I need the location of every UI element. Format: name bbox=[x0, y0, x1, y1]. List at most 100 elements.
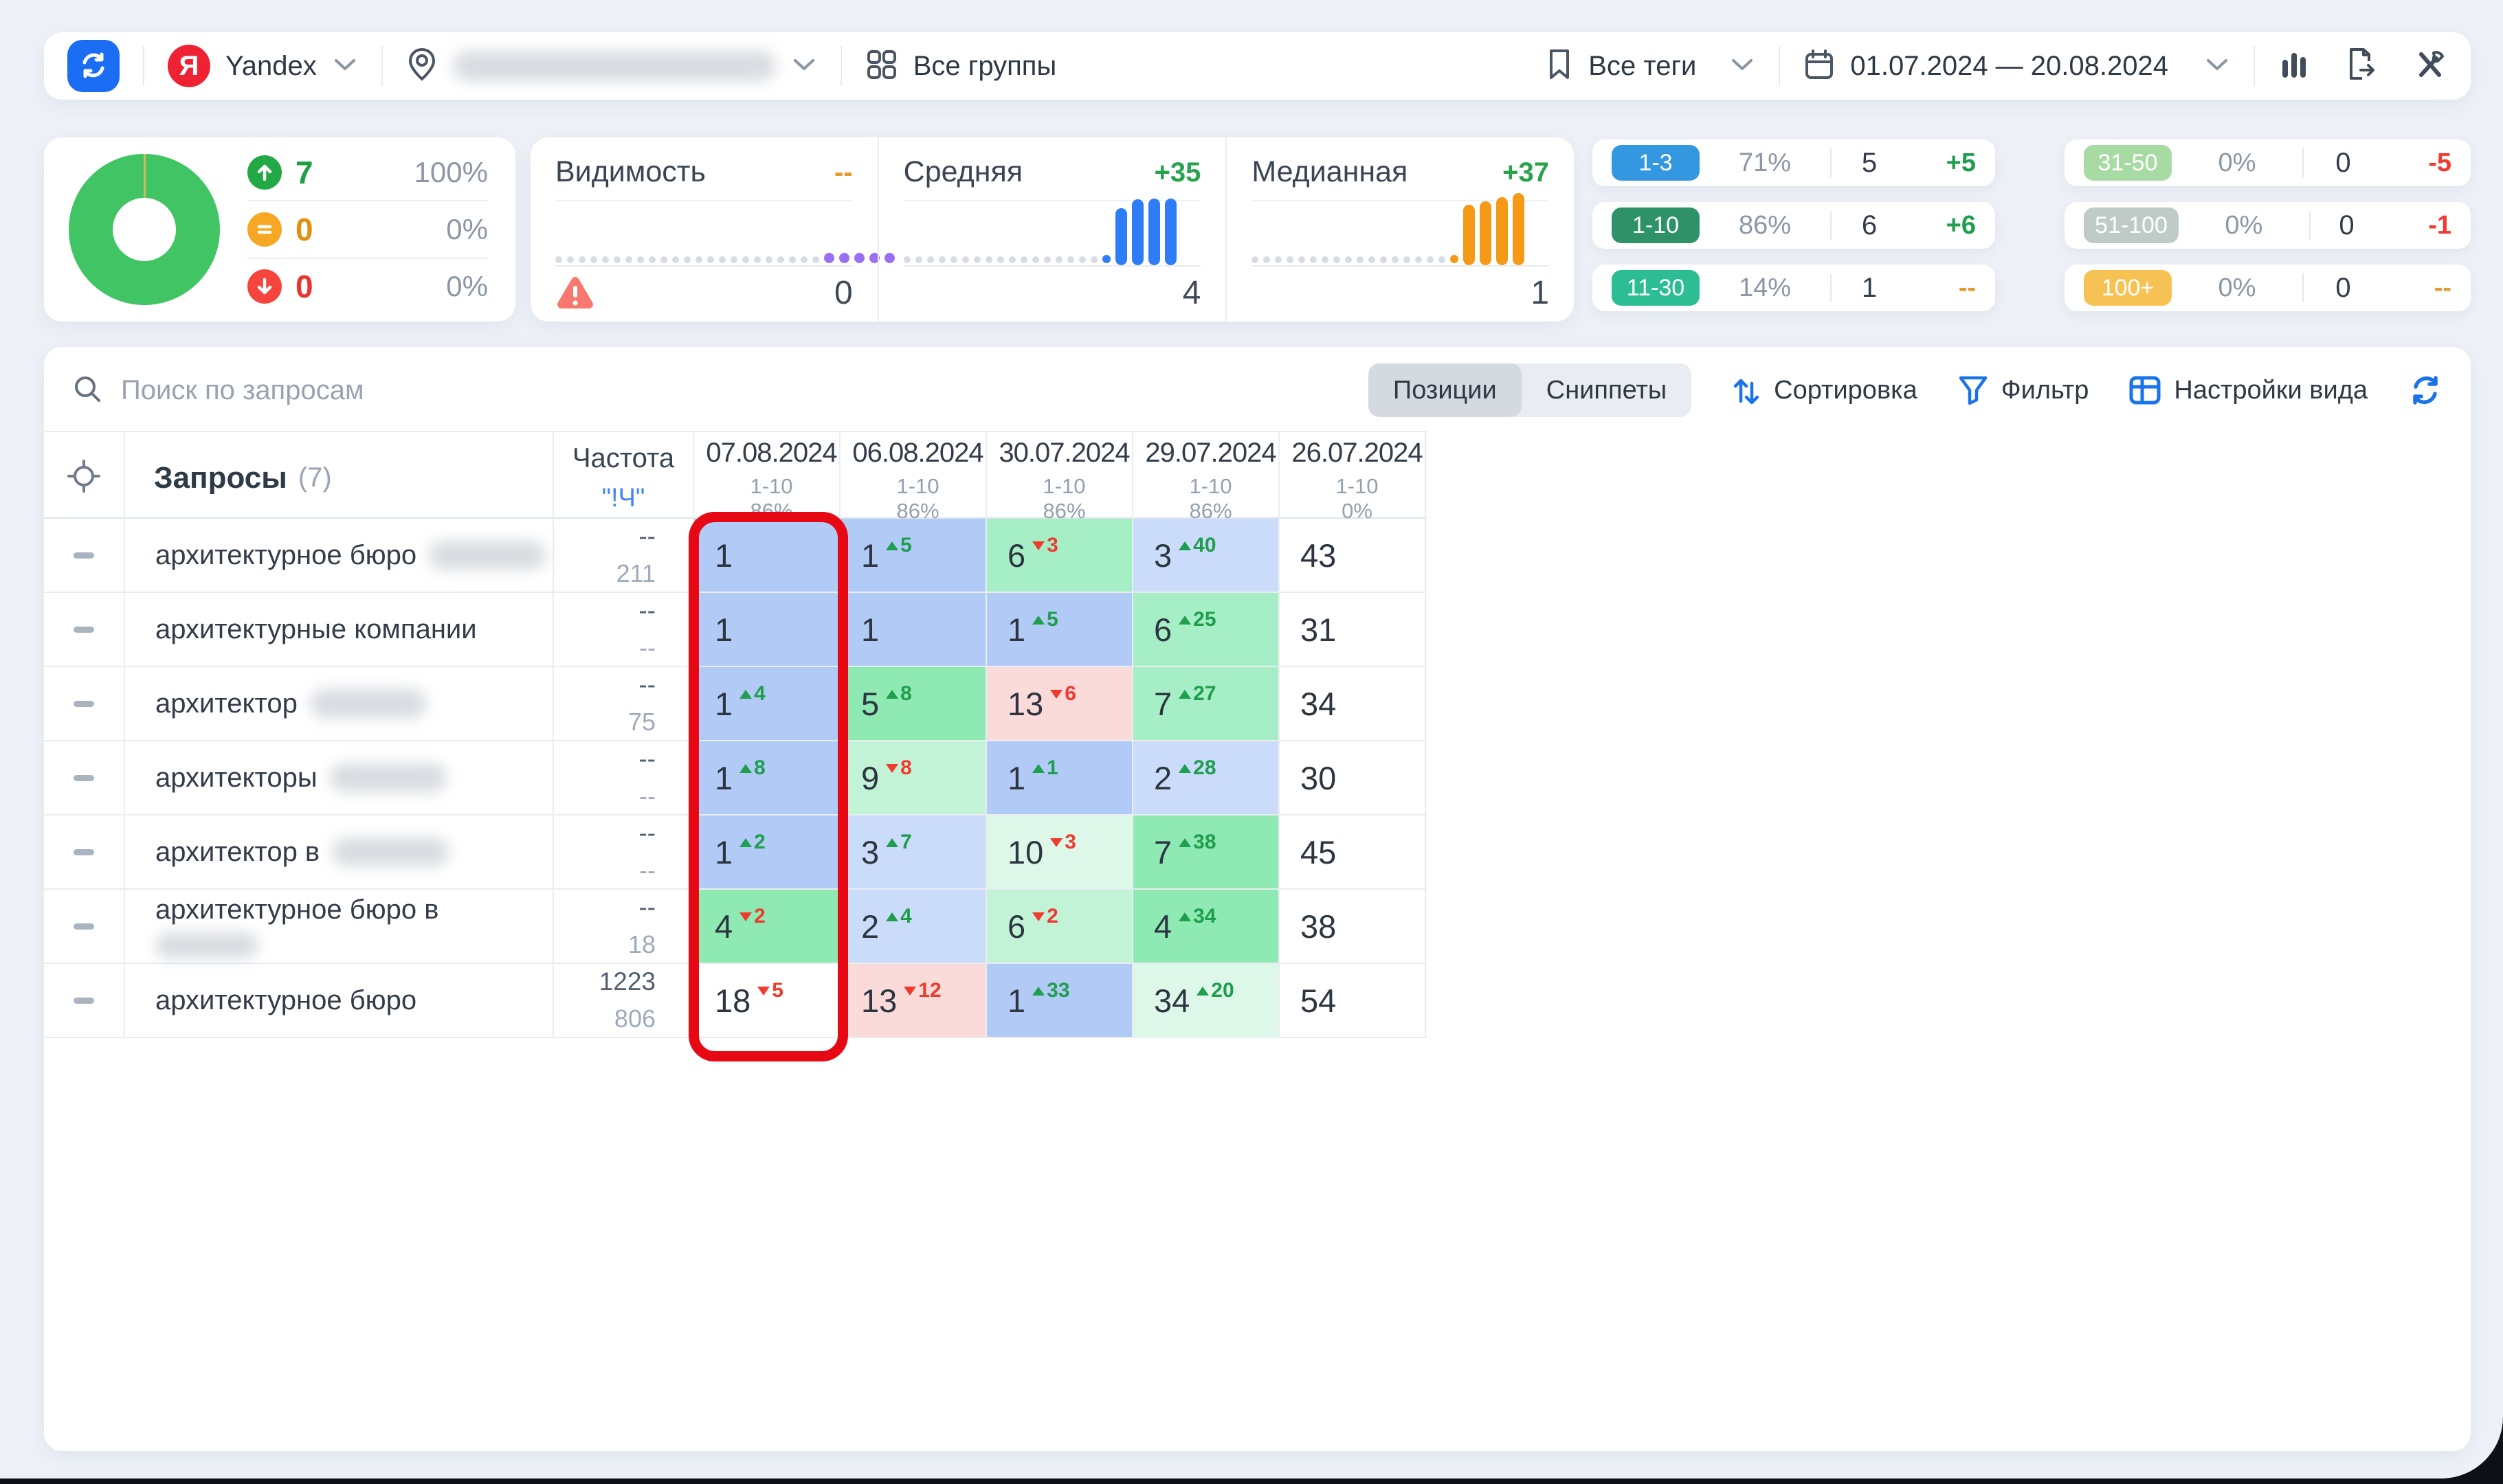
delta-value: 6 bbox=[1065, 682, 1076, 706]
triangle-down-icon bbox=[1032, 912, 1045, 921]
bucket-card-1-3[interactable]: 1-371%5+5 bbox=[1592, 139, 1995, 186]
spark-dot bbox=[719, 256, 726, 263]
update-positions-icon[interactable] bbox=[2407, 372, 2443, 408]
search-input[interactable] bbox=[121, 375, 877, 406]
tags-selector[interactable]: Все теги bbox=[1546, 47, 1755, 85]
search-engine-selector[interactable]: Я Yandex bbox=[168, 45, 358, 87]
bucket-range-badge: 31-50 bbox=[2084, 145, 2172, 181]
metric-median[interactable]: Медианная +37 1 bbox=[1225, 137, 1574, 322]
drag-handle[interactable] bbox=[74, 552, 94, 559]
spark-dot bbox=[962, 256, 969, 263]
drag-handle[interactable] bbox=[74, 701, 94, 707]
divider bbox=[841, 46, 842, 86]
drag-handle[interactable] bbox=[74, 998, 94, 1004]
position-cell: 434 bbox=[1133, 890, 1280, 963]
view-settings-button[interactable]: Настройки вида bbox=[2128, 375, 2368, 405]
region-selector[interactable] bbox=[406, 47, 817, 86]
position-cell: 34 bbox=[1280, 667, 1426, 740]
bucket-card-31-50[interactable]: 31-500%0-5 bbox=[2065, 139, 2471, 186]
query-cell[interactable]: архитектор bbox=[125, 667, 554, 740]
bucket-card-1-10[interactable]: 1-1086%6+6 bbox=[1592, 202, 1995, 249]
tools-icon[interactable] bbox=[2413, 47, 2447, 85]
date-column-header[interactable]: 06.08.20241-1086% bbox=[841, 432, 987, 524]
query-cell[interactable]: архитектурное бюро bbox=[125, 519, 554, 592]
refresh-icon bbox=[78, 50, 109, 82]
bucket-card-100+[interactable]: 100+0%0-- bbox=[2065, 265, 2471, 311]
frequency-broad: -- bbox=[639, 856, 656, 885]
table-row[interactable]: архитектурное бюро--2111156334043 bbox=[44, 519, 1427, 593]
table-row[interactable]: архитекторы----18981122830 bbox=[44, 741, 1427, 816]
drag-handle[interactable] bbox=[74, 923, 94, 930]
table-row[interactable]: архитектор в----123710373845 bbox=[44, 816, 1427, 890]
position-delta-up: 20 bbox=[1197, 979, 1234, 1002]
query-cell[interactable]: архитектурное бюро bbox=[125, 964, 554, 1037]
spark-dot bbox=[1067, 256, 1074, 263]
export-icon[interactable] bbox=[2346, 47, 2377, 85]
query-cell[interactable]: архитектор в bbox=[125, 816, 554, 888]
funnel-icon bbox=[1957, 374, 1989, 407]
date-column-header[interactable]: 30.07.20241-1086% bbox=[987, 432, 1133, 524]
row-drag-cell bbox=[44, 890, 125, 963]
table-row[interactable]: архитектор--75145813672734 bbox=[44, 667, 1427, 741]
position-cell: 136 bbox=[987, 667, 1133, 740]
sort-label: Сортировка bbox=[1774, 376, 1917, 405]
drag-handle[interactable] bbox=[74, 627, 94, 633]
legend-row-same: 0 0% bbox=[247, 200, 488, 257]
filter-button[interactable]: Фильтр bbox=[1957, 374, 2089, 407]
spark-dot bbox=[1403, 256, 1410, 263]
drag-handle[interactable] bbox=[74, 775, 94, 781]
position-value: 38 bbox=[1300, 908, 1336, 945]
triangle-up-icon bbox=[886, 541, 898, 550]
frequency-cell: --75 bbox=[554, 667, 694, 740]
spark-accent-dot bbox=[1450, 255, 1458, 263]
position-cell: 63 bbox=[987, 519, 1133, 592]
date-column-header[interactable]: 29.07.20241-1086% bbox=[1133, 432, 1280, 524]
metric-visibility[interactable]: Видимость -- 0 bbox=[531, 137, 878, 322]
chart-icon[interactable] bbox=[2278, 49, 2310, 84]
triangle-up-icon bbox=[886, 690, 898, 699]
frequency-exact: -- bbox=[638, 893, 656, 922]
row-drag-cell bbox=[44, 667, 125, 740]
metric-average[interactable]: Средняя +35 4 bbox=[878, 137, 1226, 322]
drag-handle[interactable] bbox=[74, 849, 94, 855]
tab-positions[interactable]: Позиции bbox=[1368, 363, 1522, 417]
date-range-picker[interactable]: 01.07.2024 — 20.08.2024 bbox=[1803, 48, 2230, 85]
tab-snippets[interactable]: Сниппеты bbox=[1522, 363, 1691, 417]
table-columns-icon bbox=[2128, 375, 2161, 405]
frequency-cell: 1223806 bbox=[554, 964, 694, 1037]
table-row[interactable]: архитектурное бюро1223806185131213334205… bbox=[44, 964, 1427, 1038]
chevron-down-icon bbox=[332, 56, 358, 76]
groups-selector[interactable]: Все группы bbox=[865, 48, 1057, 85]
bucket-card-11-30[interactable]: 11-3014%1-- bbox=[1592, 265, 1995, 311]
down-pct: 0% bbox=[446, 270, 488, 303]
spark-dot bbox=[1310, 256, 1317, 263]
spark-dot bbox=[625, 256, 632, 263]
position-value: 34 bbox=[1300, 685, 1336, 723]
triangle-up-icon bbox=[1032, 987, 1045, 996]
date-column-header[interactable]: 26.07.20241-100% bbox=[1280, 432, 1426, 524]
query-cell[interactable]: архитекторы bbox=[125, 741, 554, 814]
frequency-column-header[interactable]: Частота "!Ч" bbox=[554, 432, 694, 524]
position-value: 7 bbox=[1154, 685, 1172, 723]
frequency-mode[interactable]: "!Ч" bbox=[602, 484, 645, 513]
spark-dot bbox=[1438, 256, 1445, 263]
query-cell[interactable]: архитектурное бюро в bbox=[125, 890, 554, 963]
sort-button[interactable]: Сортировка bbox=[1731, 374, 1917, 407]
date-range-label: 1-10 bbox=[750, 474, 792, 499]
bucket-range-badge: 11-30 bbox=[1612, 270, 1700, 306]
position-cell: 1312 bbox=[841, 964, 987, 1037]
date-range-label: 1-10 bbox=[1043, 474, 1085, 499]
bucket-card-51-100[interactable]: 51-1000%0-1 bbox=[2065, 202, 2471, 249]
refresh-button[interactable] bbox=[67, 40, 120, 92]
bucket-delta: +5 bbox=[1907, 148, 1976, 178]
date-column-header[interactable]: 07.08.20241-1086% bbox=[694, 432, 841, 524]
table-row[interactable]: архитектурные компании----111562531 bbox=[44, 593, 1427, 667]
table-row[interactable]: архитектурное бюро в--1842246243438 bbox=[44, 890, 1427, 964]
frequency-header-label: Частота bbox=[572, 443, 674, 474]
delta-value: 2 bbox=[1047, 905, 1058, 928]
target-column-header[interactable] bbox=[44, 432, 125, 524]
position-delta-up: 25 bbox=[1179, 608, 1216, 631]
spark-dot bbox=[986, 256, 992, 263]
delta-value: 8 bbox=[754, 756, 766, 780]
query-cell[interactable]: архитектурные компании bbox=[125, 593, 554, 666]
